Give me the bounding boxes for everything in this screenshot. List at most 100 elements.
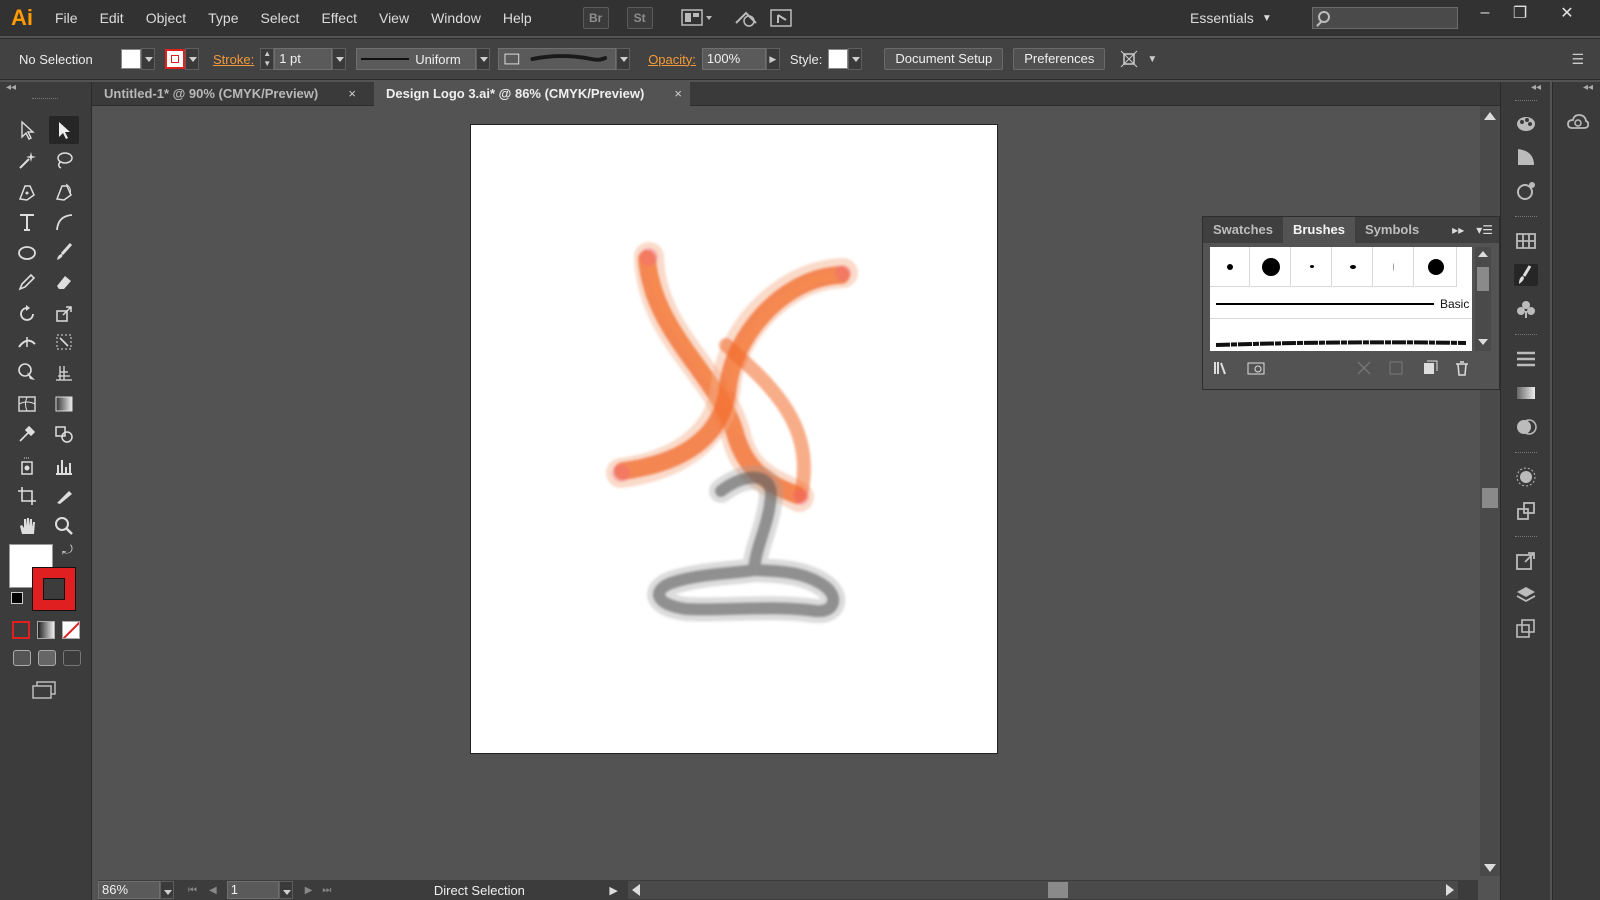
zoom-dropdown[interactable]	[160, 881, 174, 899]
menu-help[interactable]: Help	[492, 0, 543, 36]
paintbrush-tool-icon[interactable]	[49, 238, 79, 266]
collapse-dock-icon[interactable]: ◂◂	[1583, 82, 1593, 93]
artboard-dropdown[interactable]	[278, 881, 293, 899]
close-window-button[interactable]: ✕	[1550, 0, 1584, 26]
tab-swatches[interactable]: Swatches	[1203, 217, 1283, 243]
menu-file[interactable]: File	[44, 0, 89, 36]
logo-artwork[interactable]	[471, 125, 999, 755]
fill-dropdown[interactable]	[141, 48, 155, 70]
horizontal-scroll-thumb[interactable]	[1047, 882, 1068, 898]
new-brush-icon[interactable]	[1421, 360, 1439, 376]
arrange-documents-icon[interactable]	[680, 7, 715, 29]
magic-wand-tool-icon[interactable]	[12, 146, 42, 174]
rotate-tool-icon[interactable]	[12, 300, 42, 328]
draw-normal-icon[interactable]	[13, 650, 31, 666]
stroke-weight-dropdown[interactable]	[332, 48, 347, 70]
zoom-level-field[interactable]: 86%	[98, 881, 160, 899]
prev-artboard-icon[interactable]: ◀	[209, 885, 217, 896]
brush-definition[interactable]	[498, 48, 617, 70]
brush-swatch[interactable]	[1292, 247, 1332, 287]
dock-grip[interactable]	[1515, 100, 1537, 103]
color-guide-icon[interactable]	[1514, 146, 1538, 168]
blend-tool-icon[interactable]	[49, 420, 79, 448]
screen-mode-icon[interactable]	[31, 680, 57, 700]
opacity-slider-arrow[interactable]: ▶	[765, 48, 780, 70]
panel-grip[interactable]	[32, 98, 58, 101]
libraries-panel-icon[interactable]	[1247, 360, 1265, 376]
status-menu-icon[interactable]: ▶	[609, 884, 617, 897]
profile-dropdown[interactable]	[476, 48, 491, 70]
bridge-button[interactable]: Br	[582, 7, 609, 29]
brush-dropdown[interactable]	[616, 48, 631, 70]
swatches-panel-icon[interactable]	[1514, 230, 1538, 252]
scroll-left-icon[interactable]	[631, 884, 640, 896]
scroll-right-icon[interactable]	[1445, 884, 1454, 896]
eraser-tool-icon[interactable]	[49, 268, 79, 296]
brush-libraries-icon[interactable]	[1213, 360, 1231, 376]
stroke-swatch[interactable]	[165, 49, 185, 69]
artboard-tool-icon[interactable]	[12, 482, 42, 510]
help-search-input[interactable]	[1312, 7, 1458, 29]
symbols-panel-icon[interactable]	[1514, 298, 1538, 320]
dock-grip[interactable]	[1515, 216, 1537, 219]
document-setup-button[interactable]: Document Setup	[884, 48, 1004, 70]
close-tab-icon[interactable]: ×	[674, 82, 682, 106]
brush-options-icon[interactable]	[1387, 360, 1405, 376]
style-dropdown[interactable]	[848, 48, 863, 70]
transform-dropdown-icon[interactable]: ▼	[1147, 54, 1157, 65]
slice-tool-icon[interactable]	[49, 482, 79, 510]
tab-brushes[interactable]: Brushes	[1282, 217, 1356, 243]
restore-button[interactable]: ❐	[1503, 0, 1537, 26]
draw-behind-icon[interactable]	[38, 650, 56, 666]
current-tool-status[interactable]: Direct Selection	[355, 883, 603, 898]
symbol-sprayer-tool-icon[interactable]	[12, 452, 42, 480]
variable-width-profile[interactable]: Uniform	[356, 48, 477, 70]
remove-brush-stroke-icon[interactable]	[1355, 360, 1373, 376]
asset-export-icon[interactable]	[1514, 550, 1538, 572]
selection-tool-icon[interactable]	[12, 116, 42, 144]
brush-scroll-thumb[interactable]	[1477, 267, 1489, 291]
opacity-field[interactable]: 100%	[701, 48, 766, 70]
width-tool-icon[interactable]	[12, 328, 42, 356]
gradient-panel-icon[interactable]	[1514, 382, 1538, 404]
brush-swatch[interactable]	[1251, 247, 1291, 287]
brush-swatch[interactable]	[1333, 247, 1373, 287]
lasso-tool-icon[interactable]	[49, 146, 79, 174]
creative-cloud-libraries-icon[interactable]	[1566, 112, 1590, 134]
ellipse-tool-icon[interactable]	[12, 238, 42, 266]
workspace-switcher[interactable]: Essentials ▼	[1190, 0, 1272, 36]
hand-tool-icon[interactable]	[12, 512, 42, 540]
scroll-down-icon[interactable]	[1484, 864, 1496, 872]
brush-swatch[interactable]	[1210, 247, 1250, 287]
artboards-panel-icon[interactable]	[1514, 618, 1538, 640]
next-artboard-icon[interactable]: ▶	[305, 885, 313, 896]
tab-symbols[interactable]: Symbols	[1355, 217, 1429, 243]
menu-select[interactable]: Select	[250, 0, 311, 36]
control-panel-menu-icon[interactable]: ☰	[1571, 51, 1584, 68]
dock-grip[interactable]	[1515, 452, 1537, 455]
menu-view[interactable]: View	[368, 0, 420, 36]
menu-type[interactable]: Type	[197, 0, 249, 36]
basic-brush-row[interactable]: Basic	[1210, 289, 1472, 319]
scroll-up-icon[interactable]	[1484, 112, 1496, 120]
scroll-down-icon[interactable]	[1478, 339, 1488, 345]
tab-design-logo-3[interactable]: Design Logo 3.ai* @ 86% (CMYK/Preview) ×	[374, 82, 690, 106]
fill-swatch[interactable]	[121, 49, 141, 69]
default-fill-stroke-icon[interactable]	[11, 592, 23, 604]
stroke-weight-field[interactable]: 1 pt	[274, 48, 333, 70]
scroll-up-icon[interactable]	[1478, 251, 1488, 257]
pen-tool-icon[interactable]	[12, 178, 42, 206]
zoom-tool-icon[interactable]	[49, 512, 79, 540]
expand-panel-icon[interactable]: ▸▸	[1446, 217, 1470, 243]
eyedropper-tool-icon[interactable]	[12, 420, 42, 448]
perspective-grid-tool-icon[interactable]	[49, 358, 79, 386]
arc-tool-icon[interactable]	[49, 208, 79, 236]
type-tool-icon[interactable]	[12, 208, 42, 236]
stroke-weight-stepper[interactable]: ▲ ▼	[260, 48, 275, 70]
first-artboard-icon[interactable]: ⏮	[188, 885, 197, 896]
artboard[interactable]	[470, 124, 998, 754]
opacity-label[interactable]: Opacity:	[648, 52, 696, 67]
touch-workspace-icon[interactable]	[769, 7, 795, 29]
close-tab-icon[interactable]: ×	[348, 82, 356, 106]
brush-list-scrollbar[interactable]	[1475, 247, 1491, 351]
